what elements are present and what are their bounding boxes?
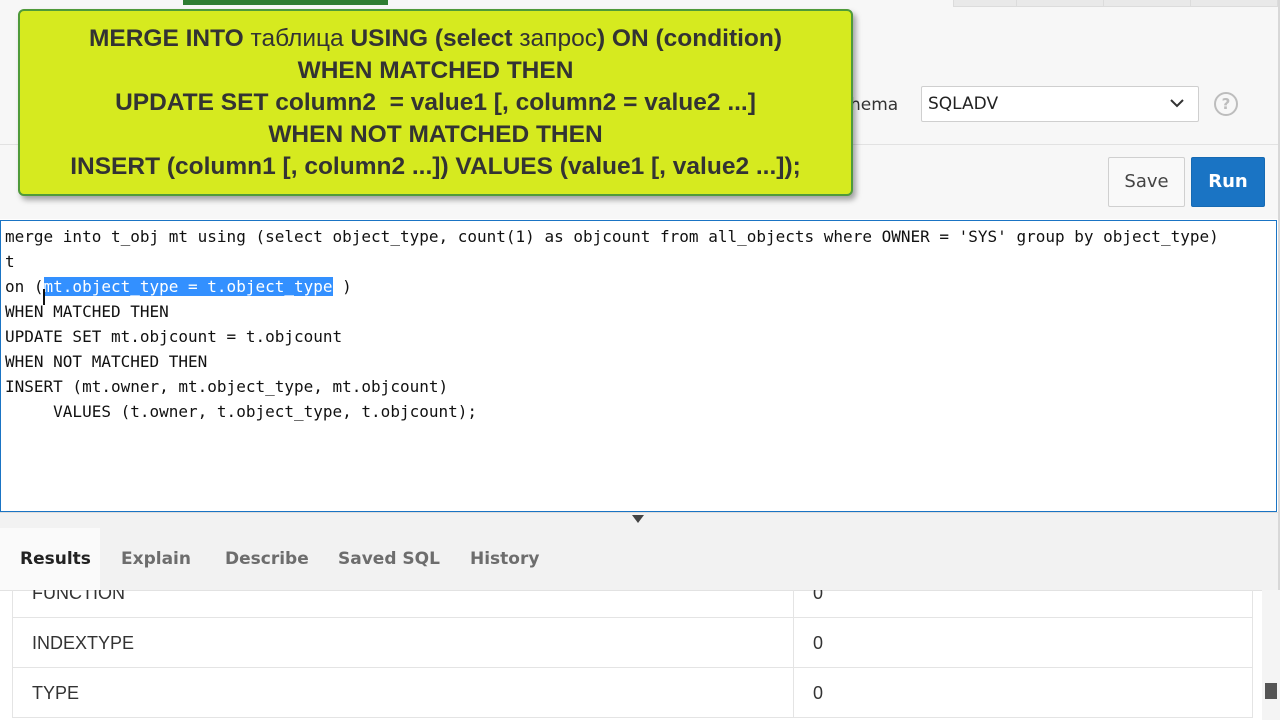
chevron-down-icon xyxy=(1170,87,1184,133)
callout-line: MERGE INTO таблица USING (select запрос)… xyxy=(88,25,783,52)
output-tabs xyxy=(0,528,1280,591)
column-divider xyxy=(793,668,794,718)
help-circle-icon[interactable]: ? xyxy=(1214,92,1238,116)
scrollbar-thumb[interactable] xyxy=(1265,683,1277,699)
schema-select-value: SQLADV xyxy=(928,94,999,114)
table-row[interactable]: FUNCTION 0 xyxy=(12,590,1253,618)
schema-select[interactable]: SQLADV xyxy=(921,86,1199,122)
merge-syntax-callout: MERGE INTO таблица USING (select запрос)… xyxy=(18,9,853,196)
top-tab-stub[interactable] xyxy=(1016,0,1104,7)
cell-objcount: 0 xyxy=(813,683,824,703)
code-line[interactable]: WHEN MATCHED THEN xyxy=(5,299,169,324)
run-button[interactable]: Run xyxy=(1191,157,1265,207)
active-page-indicator xyxy=(183,0,388,5)
callout-line: WHEN NOT MATCHED THEN xyxy=(268,121,603,148)
save-button[interactable]: Save xyxy=(1108,157,1185,207)
code-line[interactable]: t xyxy=(5,249,15,274)
callout-line: UPDATE SET column2 = value1 [, column2 =… xyxy=(115,89,756,116)
cell-objcount: 0 xyxy=(813,633,824,653)
top-tab-stub[interactable] xyxy=(953,0,1017,7)
code-line[interactable]: UPDATE SET mt.objcount = t.objcount xyxy=(5,324,342,349)
table-row[interactable]: TYPE 0 xyxy=(12,668,1253,718)
table-row[interactable]: INDEXTYPE 0 xyxy=(12,618,1253,668)
text-selection[interactable]: mt.object_type = t.object_type xyxy=(43,277,333,296)
results-scrollbar[interactable] xyxy=(1262,590,1280,720)
schema-label: hema xyxy=(850,95,899,115)
callout-line: INSERT (column1 [, column2 ...]) VALUES … xyxy=(70,153,801,180)
column-divider xyxy=(793,590,794,618)
code-line[interactable]: INSERT (mt.owner, mt.object_type, mt.obj… xyxy=(5,374,448,399)
code-line[interactable]: merge into t_obj mt using (select object… xyxy=(5,224,1219,249)
results-grid: FUNCTION 0 INDEXTYPE 0 TYPE 0 xyxy=(12,590,1253,720)
cell-object-type: TYPE xyxy=(32,683,80,703)
cell-object-type: FUNCTION xyxy=(32,590,125,603)
callout-line: WHEN MATCHED THEN xyxy=(297,57,574,84)
code-line[interactable]: VALUES (t.owner, t.object_type, t.objcou… xyxy=(5,399,477,424)
code-line[interactable]: WHEN NOT MATCHED THEN xyxy=(5,349,207,374)
tab-results[interactable]: Results xyxy=(0,528,100,590)
top-tab-stub[interactable] xyxy=(1103,0,1191,7)
text-cursor xyxy=(43,289,45,305)
tab-saved-sql[interactable]: Saved SQL xyxy=(338,528,440,590)
top-tab-stub[interactable] xyxy=(1190,0,1278,7)
tab-explain[interactable]: Explain xyxy=(121,528,191,590)
cell-object-type: INDEXTYPE xyxy=(32,633,135,653)
cell-objcount: 0 xyxy=(813,590,824,603)
tab-history[interactable]: History xyxy=(470,528,539,590)
triangle-down-icon[interactable] xyxy=(632,515,644,523)
code-line-selected[interactable]: on (mt.object_type = t.object_type ) xyxy=(5,274,352,299)
column-divider xyxy=(793,618,794,668)
tab-describe[interactable]: Describe xyxy=(225,528,309,590)
